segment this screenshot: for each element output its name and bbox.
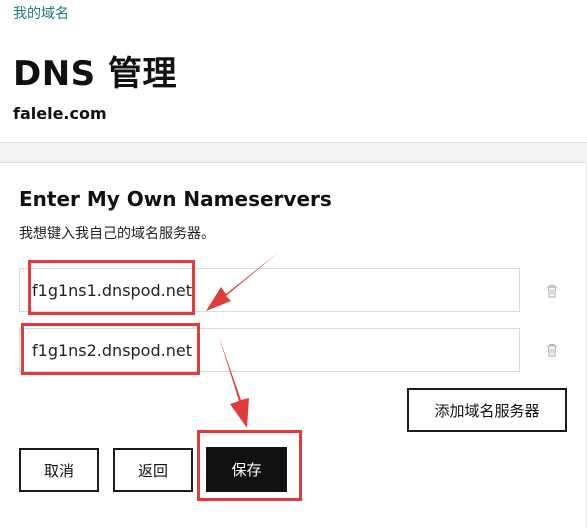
domain-name: falele.com	[13, 104, 107, 123]
cancel-button[interactable]: 取消	[19, 448, 99, 492]
trash-icon[interactable]	[546, 343, 558, 357]
nameserver-2-input[interactable]	[19, 328, 520, 372]
section-separator	[0, 143, 587, 163]
back-button[interactable]: 返回	[113, 448, 193, 492]
save-button[interactable]: 保存	[206, 447, 287, 492]
add-nameserver-button[interactable]: 添加域名服务器	[407, 388, 567, 432]
card-top-border	[0, 162, 587, 163]
nameserver-1-input[interactable]	[19, 268, 520, 312]
page-header: 我的域名 DNS 管理 falele.com	[0, 0, 587, 143]
trash-icon[interactable]	[546, 284, 558, 298]
breadcrumb-my-domains[interactable]: 我的域名	[13, 3, 69, 23]
page-title: DNS 管理	[13, 54, 178, 94]
section-description: 我想键入我自己的域名服务器。	[19, 226, 215, 242]
section-heading: Enter My Own Nameservers	[19, 187, 332, 211]
